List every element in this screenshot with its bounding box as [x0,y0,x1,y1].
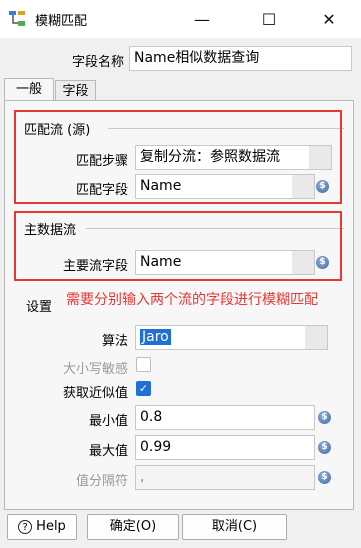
highlight-box-lookup [14,110,342,204]
cancel-button[interactable]: 取消(C) [182,514,287,540]
case-sensitive-checkbox[interactable] [136,357,151,372]
highlight-box-main [14,211,342,281]
separator-input[interactable]: , [135,465,315,490]
min-value-input[interactable]: 0.8 [135,405,315,430]
step-name-input[interactable]: Name相似数据查询 [129,46,352,71]
minimize-icon: — [194,9,210,29]
transform-app-icon [9,11,25,26]
dropdown-arrow-icon [305,326,327,349]
variable-icon[interactable]: $ [318,471,331,484]
max-value-label: 最大值 [88,444,128,459]
close-button[interactable]: ✕ [306,0,352,38]
help-icon: ? [18,519,33,534]
maximize-button[interactable]: ☐ [246,0,292,38]
algorithm-label: 算法 [101,334,128,349]
settings-title: 设置 [26,300,53,315]
help-button[interactable]: ? Help [7,514,77,540]
step-name-label: 字段名称 [71,55,124,70]
maximize-icon: ☐ [261,9,277,29]
ok-button[interactable]: 确定(O) [87,514,179,540]
min-value-label: 最小值 [88,414,128,429]
tab-fields[interactable]: 字段 [55,80,96,102]
get-closer-checkbox[interactable]: ✓ [136,381,151,396]
separator-label: 值分隔符 [75,474,128,489]
variable-icon[interactable]: $ [318,441,331,454]
annotation-text: 需要分别输入两个流的字段进行模糊匹配 [66,292,318,308]
tab-general[interactable]: 一般 [4,78,54,102]
algorithm-select[interactable]: Jaro [135,325,328,350]
get-closer-label: 获取近似值 [62,386,128,401]
check-icon: ✓ [138,382,149,395]
close-icon: ✕ [322,9,336,29]
variable-icon[interactable]: $ [318,411,331,424]
case-sensitive-label: 大小写敏感 [62,362,128,377]
window-title: 模糊匹配 [35,14,88,29]
max-value-input[interactable]: 0.99 [135,435,315,460]
minimize-button[interactable]: — [179,0,225,38]
